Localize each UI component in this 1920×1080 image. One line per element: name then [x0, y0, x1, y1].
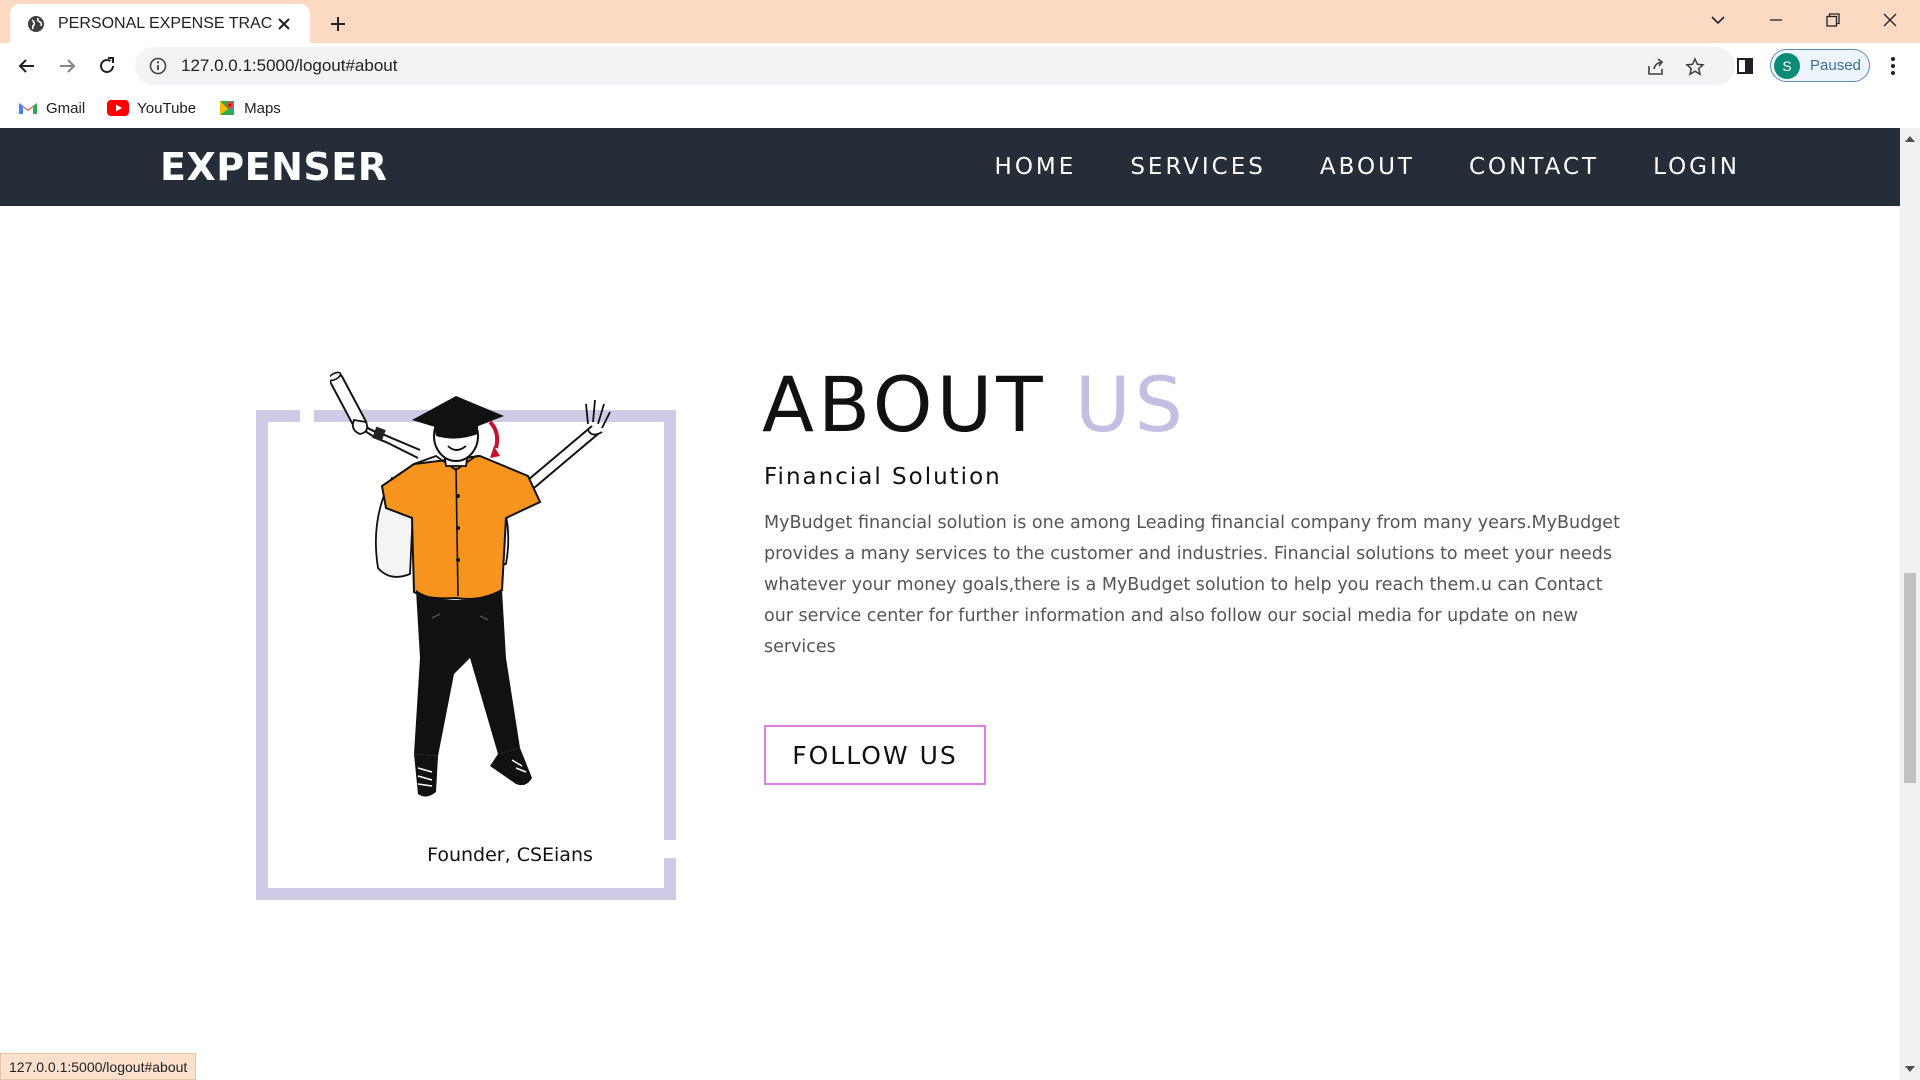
- about-subtitle: Financial Solution: [764, 464, 1002, 490]
- frame-gap: [662, 840, 678, 858]
- bookmark-star-icon[interactable]: [1684, 56, 1706, 78]
- follow-us-button[interactable]: FOLLOW US: [764, 725, 986, 785]
- side-panel-icon[interactable]: [1728, 49, 1762, 83]
- maps-icon: [218, 99, 236, 117]
- about-heading: ABOUT US: [762, 360, 1187, 449]
- bookmark-youtube[interactable]: YouTube: [107, 100, 196, 117]
- gmail-icon: [18, 100, 38, 116]
- browser-tab-bar: PERSONAL EXPENSE TRACKER: [0, 0, 1920, 43]
- scroll-down-arrow-icon[interactable]: [1905, 1066, 1915, 1072]
- bookmark-label: Maps: [244, 99, 281, 117]
- globe-icon: [26, 14, 46, 34]
- share-icon[interactable]: [1645, 56, 1667, 78]
- avatar: S: [1774, 52, 1800, 79]
- close-window-icon[interactable]: [1862, 0, 1918, 40]
- new-tab-icon[interactable]: [322, 8, 354, 40]
- tab-search-chevron-icon[interactable]: [1690, 0, 1746, 40]
- founder-caption: Founder, CSEians: [427, 844, 593, 866]
- scroll-up-arrow-icon[interactable]: [1905, 136, 1915, 142]
- bookmark-gmail[interactable]: Gmail: [18, 100, 85, 117]
- heading-main: ABOUT: [762, 360, 1047, 449]
- founder-illustration: [330, 371, 611, 797]
- browser-toolbar: 127.0.0.1:5000/logout#about S Paused: [0, 43, 1920, 88]
- forward-arrow-icon[interactable]: [50, 49, 84, 83]
- nav-links: HOME SERVICES ABOUT CONTACT LOGIN: [995, 128, 1740, 206]
- page-viewport: EXPENSER HOME SERVICES ABOUT CONTACT LOG…: [0, 128, 1900, 1080]
- address-bar[interactable]: 127.0.0.1:5000/logout#about: [135, 47, 1735, 85]
- close-tab-icon[interactable]: [272, 12, 296, 36]
- site-info-icon[interactable]: [149, 57, 167, 75]
- bookmark-label: Gmail: [46, 99, 86, 117]
- site-logo[interactable]: EXPENSER: [160, 145, 387, 189]
- page-scrollbar[interactable]: [1900, 128, 1920, 1080]
- url-text: 127.0.0.1:5000/logout#about: [181, 56, 398, 75]
- minimize-icon[interactable]: [1748, 0, 1804, 40]
- tab-title: PERSONAL EXPENSE TRACKER: [58, 14, 272, 32]
- reload-icon[interactable]: [90, 49, 124, 83]
- about-body-text: MyBudget financial solution is one among…: [764, 513, 1620, 657]
- profile-button[interactable]: S Paused: [1770, 49, 1870, 82]
- frame-gap: [300, 408, 314, 424]
- bookmark-maps[interactable]: Maps: [218, 99, 281, 117]
- youtube-icon: [107, 100, 130, 116]
- bookmark-label: YouTube: [137, 99, 197, 117]
- nav-contact[interactable]: CONTACT: [1469, 154, 1599, 180]
- nav-login[interactable]: LOGIN: [1653, 154, 1740, 180]
- scrollbar-thumb[interactable]: [1904, 573, 1916, 783]
- profile-status: Paused: [1810, 57, 1861, 74]
- back-arrow-icon[interactable]: [10, 49, 44, 83]
- bookmarks-bar: Gmail YouTube Maps: [0, 88, 1920, 128]
- site-navbar: EXPENSER HOME SERVICES ABOUT CONTACT LOG…: [0, 128, 1900, 206]
- browser-tab[interactable]: PERSONAL EXPENSE TRACKER: [10, 4, 310, 43]
- restore-icon[interactable]: [1805, 0, 1861, 40]
- heading-accent: US: [1074, 360, 1187, 449]
- nav-services[interactable]: SERVICES: [1130, 154, 1266, 180]
- nav-about[interactable]: ABOUT: [1320, 154, 1415, 180]
- kebab-menu-icon[interactable]: [1876, 49, 1910, 83]
- nav-home[interactable]: HOME: [995, 154, 1077, 180]
- link-status-bubble: 127.0.0.1:5000/logout#about: [0, 1053, 197, 1080]
